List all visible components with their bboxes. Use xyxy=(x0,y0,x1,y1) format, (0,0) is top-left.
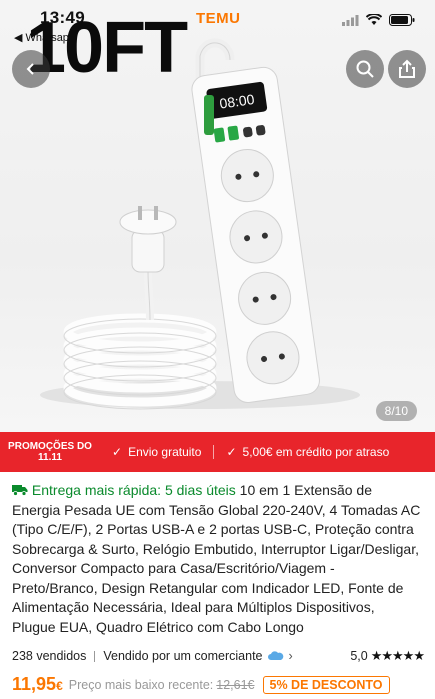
rating-value: 5,0 xyxy=(350,649,368,663)
delivery-info: Entrega mais rápida: 5 dias úteis xyxy=(31,482,236,498)
promo-divider xyxy=(213,445,215,459)
chevron-right-icon[interactable]: › xyxy=(289,649,293,663)
sales-meta-row: 238 vendidos Vendido por um comerciante … xyxy=(12,648,425,664)
price-row: 11,95€ Preço mais baixo recente: 12,61€ … xyxy=(12,674,432,695)
share-icon xyxy=(399,59,415,78)
share-button[interactable] xyxy=(388,50,426,88)
check-icon: ✓ xyxy=(226,445,237,459)
product-image-gallery[interactable]: 08:00 13:49 ◀ Whatsapp TEMU 10FT 8/10 xyxy=(0,0,435,432)
promo-label-line1: PROMOÇÕES DO xyxy=(8,441,92,452)
check-icon: ✓ xyxy=(112,445,123,459)
back-button[interactable] xyxy=(12,50,50,88)
product-description[interactable]: Entrega mais rápida: 5 dias úteis 10 em … xyxy=(12,481,422,637)
current-price-currency: € xyxy=(56,679,63,693)
status-bar-icons xyxy=(342,14,415,26)
promo-label-line2: 11.11 xyxy=(38,452,62,463)
delay-credit-item: ✓ 5,00€ em crédito por atraso xyxy=(226,445,389,459)
cloud-icon xyxy=(267,651,283,660)
discount-badge: 5% DE DESCONTO xyxy=(262,675,390,694)
star-icons: ★★★★★ xyxy=(370,648,425,663)
overlay-title: 10FT xyxy=(26,8,188,88)
search-button[interactable] xyxy=(346,50,384,88)
old-price: 12,61€ xyxy=(216,677,255,692)
free-shipping-text: Envio gratuito xyxy=(128,445,202,459)
battery-icon xyxy=(389,14,415,26)
seller-link[interactable]: Vendido por um comerciante xyxy=(103,649,262,663)
free-shipping-item: ✓ Envio gratuito xyxy=(112,445,201,459)
current-price: 11,95€ xyxy=(12,674,63,695)
truck-icon xyxy=(12,485,28,496)
signal-icon xyxy=(342,14,359,26)
wifi-icon xyxy=(366,14,382,25)
meta-divider xyxy=(94,650,96,662)
product-title: 10 em 1 Extensão de Energia Pesada UE co… xyxy=(12,482,421,635)
product-page: 08:00 13:49 ◀ Whatsapp TEMU 10FT 8/10 PR… xyxy=(0,0,435,699)
promo-bar: PROMOÇÕES DO 11.11 ✓ Envio gratuito ✓ 5,… xyxy=(0,432,435,472)
delay-credit-text: 5,00€ em crédito por atraso xyxy=(242,445,390,459)
brand-logo: TEMU xyxy=(196,10,241,27)
rating[interactable]: 5,0 ★★★★★ xyxy=(350,648,425,664)
recent-lowest-label: Preço mais baixo recente: xyxy=(68,677,214,692)
chevron-left-icon xyxy=(26,63,34,75)
promo-label: PROMOÇÕES DO 11.11 xyxy=(0,441,100,463)
image-pager: 8/10 xyxy=(375,401,417,421)
search-icon xyxy=(356,60,374,78)
sold-count: 238 vendidos xyxy=(12,649,87,663)
current-price-value: 11,95 xyxy=(12,674,57,694)
